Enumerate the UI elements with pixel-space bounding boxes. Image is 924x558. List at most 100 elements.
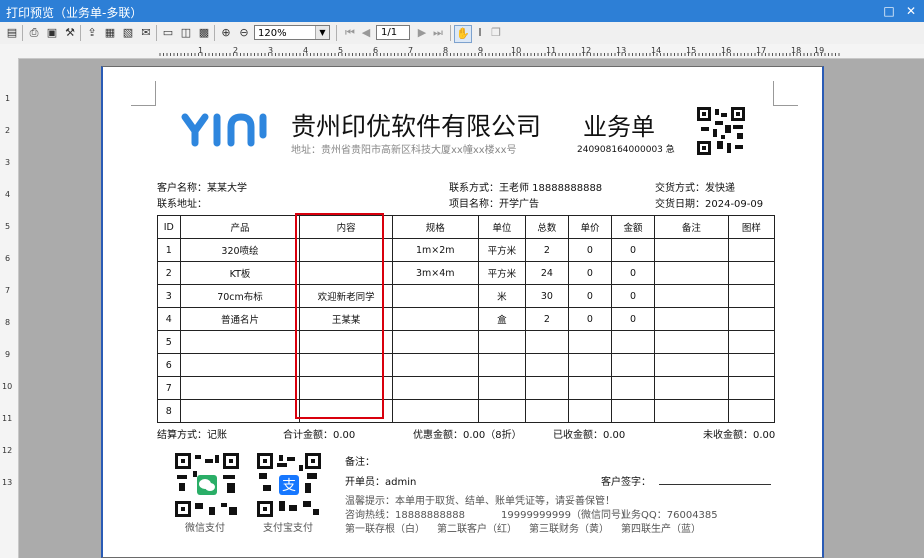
ruler-mark: 12 [2, 446, 13, 455]
single-page-icon[interactable]: ▭ [160, 25, 176, 41]
hand-tool-icon[interactable]: ✋ [454, 25, 472, 43]
ruler-mark: 4 [303, 46, 309, 55]
page-number-input[interactable]: 1/1 [376, 25, 410, 40]
margin-corner [131, 81, 156, 106]
table-cell: 1 [157, 238, 181, 262]
table-row: 7 [157, 376, 776, 400]
ruler-mark: 6 [373, 46, 379, 55]
table-cell: 0 [610, 238, 656, 262]
print-icon[interactable]: ⎙ [26, 25, 42, 41]
table-cell [727, 238, 776, 262]
customer-address: 联系地址： [157, 199, 207, 210]
toolbar: ▤ ⎙ ▣ ⚒ ⇪ ▦ ▧ ✉ ▭ ◫ ▩ ⊕ ⊖ ⏮ ◀ ▶ ⏭ ✋ I ❐ [0, 22, 924, 45]
table-cell [524, 376, 569, 400]
settlement-method: 结算方式：记账 [157, 430, 227, 441]
ruler-mark: 7 [5, 286, 11, 295]
table-cell [654, 307, 729, 331]
vertical-ruler: 1 2 3 4 5 6 7 8 9 10 11 12 13 [0, 58, 19, 558]
delivery-method: 交货方式：发快递 [655, 183, 735, 194]
margin-corner [773, 81, 798, 106]
table-header: 单位 [477, 215, 526, 239]
wechat-pay-qr-code [175, 453, 239, 517]
close-button[interactable]: ✕ [902, 2, 920, 20]
table-cell [610, 330, 656, 354]
settings-icon[interactable]: ⚒ [62, 25, 78, 41]
table-row: 4 普通名片 王某某盒 2 0 0 [157, 307, 776, 331]
table-cell: 普通名片 [179, 307, 301, 331]
table-cell [391, 353, 479, 377]
last-page-icon[interactable]: ⏭ [430, 25, 446, 41]
note-label: 备注： [345, 457, 375, 468]
table-cell: 0 [567, 307, 612, 331]
chevron-down-icon[interactable]: ▼ [315, 26, 329, 39]
next-page-icon[interactable]: ▶ [414, 25, 430, 41]
table-cell [610, 353, 656, 377]
zoom-in-icon[interactable]: ⊕ [218, 25, 234, 41]
table-cell: 米 [477, 284, 526, 308]
zoom-out-icon[interactable]: ⊖ [236, 25, 252, 41]
document-number: 240908164000003 急 [577, 145, 675, 155]
company-logo [181, 113, 267, 147]
ruler-mark: 19 [814, 46, 825, 55]
two-page-icon[interactable]: ◫ [178, 25, 194, 41]
table-row: 8 [157, 399, 776, 423]
pdf-icon[interactable]: ▧ [120, 25, 136, 41]
excel-icon[interactable]: ▦ [102, 25, 118, 41]
table-cell [391, 284, 479, 308]
table-cell: 5 [157, 330, 181, 354]
page-setup-icon[interactable]: ▤ [4, 25, 20, 41]
table-cell [610, 376, 656, 400]
ruler-mark: 8 [5, 318, 11, 327]
table-row: 5 [157, 330, 776, 354]
text-select-icon[interactable]: I [472, 25, 488, 41]
table-cell [524, 330, 569, 354]
multi-page-icon[interactable]: ▩ [196, 25, 212, 41]
prev-page-icon[interactable]: ◀ [358, 25, 374, 41]
ruler-mark: 2 [233, 46, 239, 55]
table-cell: 平方米 [477, 261, 526, 285]
wechat-pay-label: 微信支付 [185, 523, 225, 534]
table-cell [477, 353, 526, 377]
alipay-label: 支付宝支付 [263, 523, 313, 534]
ruler-mark: 10 [511, 46, 522, 55]
table-cell [567, 399, 612, 423]
ruler-mark: 5 [338, 46, 344, 55]
table-cell [524, 399, 569, 423]
table-cell [727, 284, 776, 308]
email-icon[interactable]: ✉ [138, 25, 154, 41]
delivery-date: 交货日期：2024-09-09 [655, 199, 764, 210]
unreceived-amount: 未收金额：0.00 [703, 430, 776, 441]
table-cell [179, 330, 301, 354]
table-cell: 6 [157, 353, 181, 377]
table-cell: 320喷绘 [179, 238, 301, 262]
tip-text: 温馨提示：本单用于取货、结单、账单凭证等，请妥善保管！ [345, 496, 615, 507]
table-cell [391, 307, 479, 331]
window-titlebar: 打印预览（业务单-多联） □ ✕ [0, 0, 924, 22]
order-table: ID 产品 内容 规格 单位 总数 单价 金额 备注 图样 1 320喷绘 1m×2… [157, 215, 776, 423]
book-icon[interactable]: ▣ [44, 25, 60, 41]
table-header: 规格 [391, 215, 479, 239]
table-cell: 0 [610, 284, 656, 308]
table-cell: 1m×2m [391, 238, 479, 262]
ruler-mark: 9 [5, 350, 11, 359]
ruler-mark: 11 [546, 46, 557, 55]
copy-1: 第一联存根（白） [345, 524, 425, 535]
table-cell: 0 [567, 261, 612, 285]
table-header: 备注 [654, 215, 729, 239]
table-cell [727, 399, 776, 423]
ruler-mark: 13 [2, 478, 13, 487]
table-cell [477, 376, 526, 400]
table-cell [391, 399, 479, 423]
ruler-mark: 3 [268, 46, 274, 55]
table-row: 6 [157, 353, 776, 377]
copy-icon[interactable]: ❐ [488, 25, 504, 41]
export-icon[interactable]: ⇪ [84, 25, 100, 41]
zoom-select[interactable]: 120% ▼ [254, 25, 330, 40]
maximize-button[interactable]: □ [880, 2, 898, 20]
first-page-icon[interactable]: ⏮ [342, 25, 358, 41]
table-cell [391, 330, 479, 354]
document-qr-code [697, 107, 745, 155]
table-cell: 2 [524, 238, 569, 262]
window-title: 打印预览（业务单-多联） [6, 6, 143, 20]
table-header: ID [157, 215, 181, 239]
